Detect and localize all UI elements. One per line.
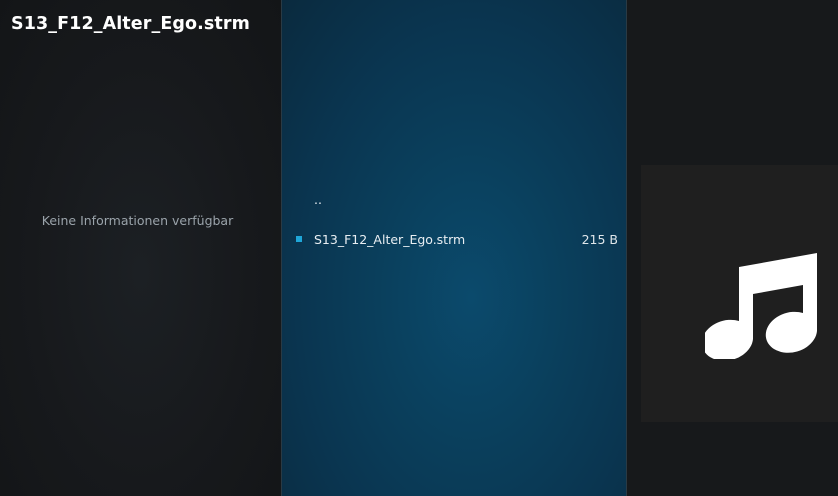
list-item[interactable]: S13_F12_Alter_Ego.strm 215 B bbox=[282, 222, 628, 262]
music-note-icon bbox=[705, 253, 817, 359]
file-size: 215 B bbox=[581, 232, 618, 247]
bullet-icon bbox=[296, 236, 302, 242]
file-list: .. S13_F12_Alter_Ego.strm 215 B bbox=[282, 182, 628, 262]
preview-panel bbox=[627, 0, 838, 496]
preview-thumbnail bbox=[641, 165, 838, 422]
parent-folder-item[interactable]: .. bbox=[282, 182, 628, 222]
file-list-panel: .. S13_F12_Alter_Ego.strm 215 B bbox=[281, 0, 627, 496]
no-info-message: Keine Informationen verfügbar bbox=[41, 213, 234, 228]
list-item-label: .. bbox=[314, 192, 322, 207]
page-title: S13_F12_Alter_Ego.strm bbox=[11, 14, 250, 34]
media-browser-window: S13_F12_Alter_Ego.strm Keine Information… bbox=[0, 0, 838, 496]
list-item-label: S13_F12_Alter_Ego.strm bbox=[314, 232, 466, 247]
info-panel: S13_F12_Alter_Ego.strm Keine Information… bbox=[0, 0, 281, 496]
